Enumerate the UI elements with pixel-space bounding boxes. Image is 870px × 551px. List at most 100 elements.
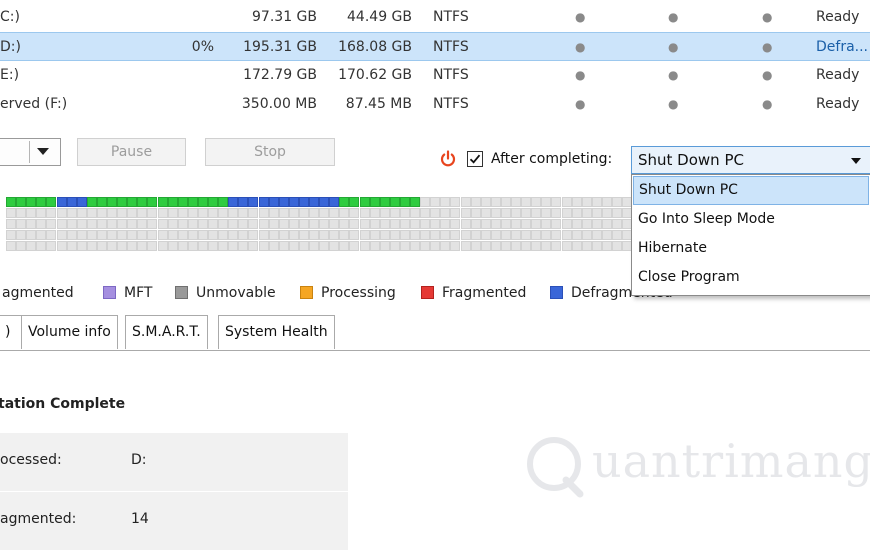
option-shut-down-pc[interactable]: Shut Down PC bbox=[633, 176, 869, 205]
chevron-down-icon[interactable] bbox=[851, 158, 861, 164]
free-cluster bbox=[582, 230, 592, 240]
tab-system-health[interactable]: System Health bbox=[218, 315, 335, 349]
free-cluster bbox=[57, 208, 67, 218]
free-cluster bbox=[400, 230, 410, 240]
stop-button[interactable]: Stop bbox=[205, 138, 335, 166]
chevron-down-icon[interactable] bbox=[37, 148, 49, 155]
free-cluster bbox=[269, 208, 279, 218]
optimized-cluster bbox=[16, 197, 26, 207]
free-cluster bbox=[602, 241, 612, 251]
power-icon[interactable] bbox=[438, 149, 458, 169]
tab-divider bbox=[0, 350, 870, 351]
free-cluster bbox=[77, 219, 87, 229]
free-cluster bbox=[491, 241, 501, 251]
free-cluster bbox=[430, 230, 440, 240]
defragmented-cluster bbox=[57, 197, 67, 207]
free-cluster bbox=[299, 230, 309, 240]
report-row: ocessed: D: bbox=[0, 433, 348, 492]
optimized-cluster bbox=[137, 197, 147, 207]
option-sleep-mode[interactable]: Go Into Sleep Mode bbox=[633, 205, 869, 234]
drive-filesystem: NTFS bbox=[433, 67, 469, 83]
free-cluster bbox=[562, 230, 572, 240]
free-cluster bbox=[46, 219, 56, 229]
fragmented-swatch bbox=[421, 286, 434, 299]
free-cluster bbox=[440, 241, 450, 251]
report-label: agmented: bbox=[0, 511, 77, 527]
free-cluster bbox=[410, 219, 420, 229]
status-dot: ● bbox=[762, 68, 773, 82]
free-cluster bbox=[16, 208, 26, 218]
free-cluster bbox=[501, 219, 511, 229]
free-cluster bbox=[450, 241, 460, 251]
free-cluster bbox=[107, 241, 117, 251]
free-cluster bbox=[420, 230, 430, 240]
free-cluster bbox=[329, 241, 339, 251]
option-close-program[interactable]: Close Program bbox=[633, 263, 869, 292]
free-cluster bbox=[117, 230, 127, 240]
free-cluster bbox=[612, 241, 622, 251]
tab-volume-info[interactable]: Volume info bbox=[21, 315, 118, 349]
free-cluster bbox=[299, 241, 309, 251]
drive-row-e[interactable]: E:) 172.79 GB 170.62 GB NTFS ● ● ● Ready bbox=[0, 61, 870, 90]
free-cluster bbox=[26, 241, 36, 251]
free-cluster bbox=[67, 208, 77, 218]
free-cluster bbox=[471, 197, 481, 207]
status-dot: ● bbox=[668, 68, 679, 82]
free-cluster bbox=[400, 219, 410, 229]
free-cluster bbox=[562, 208, 572, 218]
status-dot: ● bbox=[575, 10, 586, 24]
free-cluster bbox=[592, 208, 602, 218]
free-cluster bbox=[6, 230, 16, 240]
free-cluster bbox=[612, 219, 622, 229]
split-separator bbox=[29, 141, 30, 163]
free-cluster bbox=[319, 230, 329, 240]
tab-smart[interactable]: S.M.A.R.T. bbox=[125, 315, 208, 349]
free-cluster bbox=[269, 219, 279, 229]
after-completing-select[interactable]: Shut Down PC bbox=[631, 146, 870, 174]
free-cluster bbox=[471, 230, 481, 240]
pause-button[interactable]: Pause bbox=[77, 138, 186, 166]
free-cluster bbox=[612, 230, 622, 240]
free-cluster bbox=[461, 230, 471, 240]
drive-row-f[interactable]: erved (F:) 350.00 MB 87.45 MB NTFS ● ● ●… bbox=[0, 90, 870, 119]
free-cluster bbox=[36, 208, 46, 218]
free-cluster bbox=[107, 208, 117, 218]
drive-row-d[interactable]: D:) 0% 195.31 GB 168.08 GB NTFS ● ● ● De… bbox=[0, 32, 870, 61]
status-dot: ● bbox=[668, 40, 679, 54]
free-cluster bbox=[87, 219, 97, 229]
free-cluster bbox=[450, 219, 460, 229]
tab-partial[interactable]: ) bbox=[0, 315, 22, 349]
drive-free: 44.49 GB bbox=[347, 9, 412, 25]
free-cluster bbox=[471, 208, 481, 218]
drive-free: 170.62 GB bbox=[338, 67, 412, 83]
free-cluster bbox=[380, 208, 390, 218]
free-cluster bbox=[430, 241, 440, 251]
free-cluster bbox=[521, 241, 531, 251]
free-cluster bbox=[309, 241, 319, 251]
free-cluster bbox=[248, 241, 258, 251]
free-cluster bbox=[279, 219, 289, 229]
free-cluster bbox=[289, 230, 299, 240]
free-cluster bbox=[198, 230, 208, 240]
report-row: agmented: 14 bbox=[0, 492, 348, 551]
optimized-cluster bbox=[158, 197, 168, 207]
free-cluster bbox=[339, 208, 349, 218]
drive-capacity: 350.00 MB bbox=[241, 96, 317, 112]
free-cluster bbox=[289, 219, 299, 229]
option-hibernate[interactable]: Hibernate bbox=[633, 234, 869, 263]
action-split-button[interactable] bbox=[0, 138, 61, 166]
after-completing-checkbox[interactable] bbox=[467, 151, 483, 167]
drive-capacity: 97.31 GB bbox=[252, 9, 317, 25]
drive-fragmented: 0% bbox=[191, 39, 214, 55]
free-cluster bbox=[198, 208, 208, 218]
drive-row-c[interactable]: C:) 97.31 GB 44.49 GB NTFS ● ● ● Ready bbox=[0, 3, 870, 32]
free-cluster bbox=[178, 219, 188, 229]
defragmented-cluster bbox=[67, 197, 77, 207]
free-cluster bbox=[248, 230, 258, 240]
optimized-cluster bbox=[6, 197, 16, 207]
free-cluster bbox=[6, 241, 16, 251]
free-cluster bbox=[360, 230, 370, 240]
free-cluster bbox=[410, 241, 420, 251]
free-cluster bbox=[87, 241, 97, 251]
free-cluster bbox=[461, 219, 471, 229]
